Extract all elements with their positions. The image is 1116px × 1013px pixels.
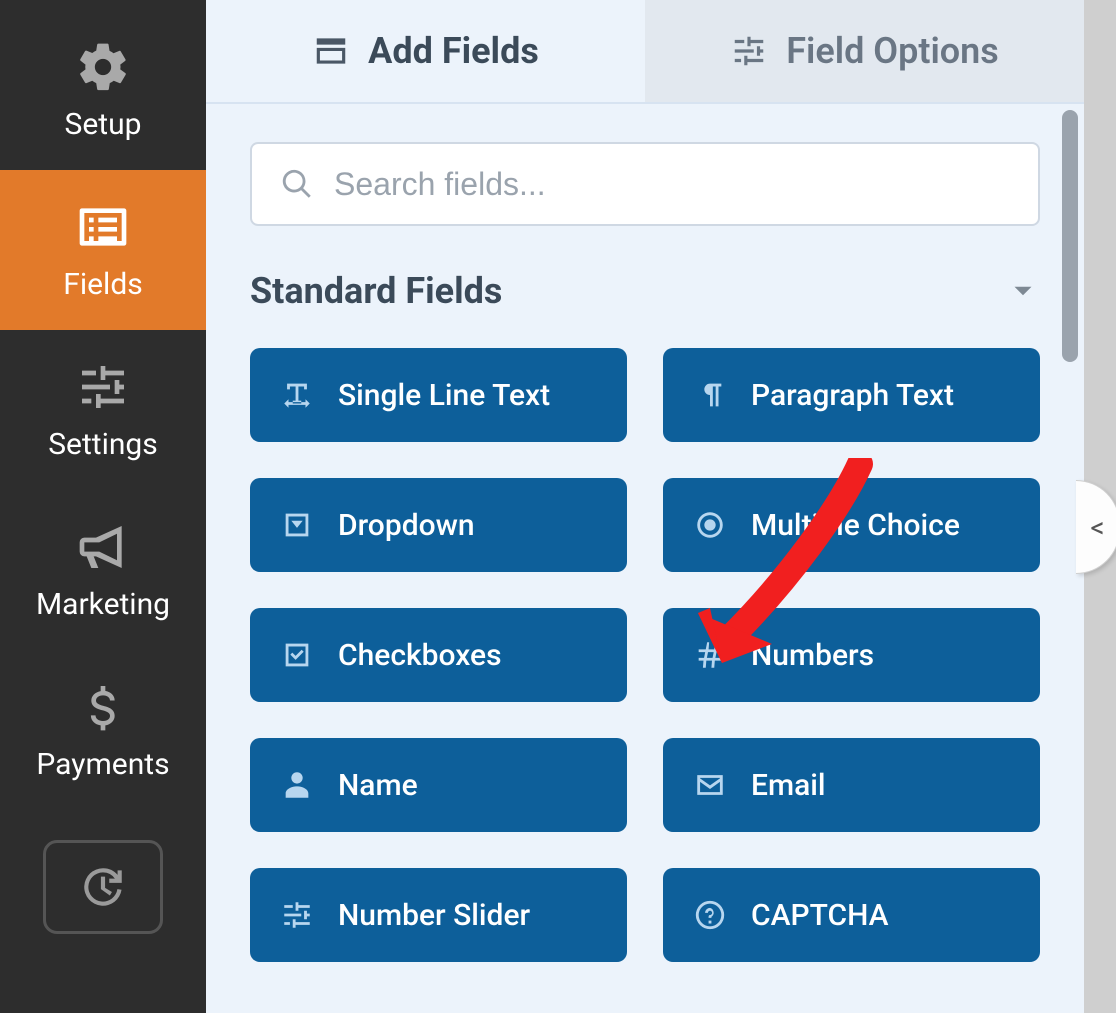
field-label: Multiple Choice — [751, 508, 960, 543]
sliders-icon — [280, 898, 314, 932]
field-dropdown[interactable]: Dropdown — [250, 478, 627, 572]
sidebar-history-button[interactable] — [43, 840, 163, 934]
field-label: Checkboxes — [338, 638, 502, 673]
sidebar-item-label: Fields — [63, 267, 142, 302]
search-icon — [280, 167, 314, 201]
field-label: Number Slider — [338, 898, 530, 933]
sidebar-item-marketing[interactable]: Marketing — [0, 490, 206, 650]
sidebar-item-payments[interactable]: Payments — [0, 650, 206, 810]
collapse-glyph: < — [1090, 511, 1104, 544]
tab-label: Add Fields — [368, 30, 539, 72]
text-width-icon — [280, 378, 314, 412]
field-label: CAPTCHA — [751, 898, 889, 933]
collapse-panel-button[interactable]: < — [1076, 480, 1116, 574]
field-single-line-text[interactable]: Single Line Text — [250, 348, 627, 442]
field-name[interactable]: Name — [250, 738, 627, 832]
field-label: Email — [751, 768, 826, 803]
panel: Add Fields Field Options Standard Fields… — [206, 0, 1116, 1013]
tabs: Add Fields Field Options — [206, 0, 1084, 104]
field-email[interactable]: Email — [663, 738, 1040, 832]
sidebar-item-label: Settings — [48, 427, 158, 462]
tab-add-fields[interactable]: Add Fields — [206, 0, 645, 102]
sidebar-item-label: Payments — [36, 747, 169, 782]
field-label: Single Line Text — [338, 378, 550, 413]
form-icon — [312, 32, 350, 70]
user-icon — [280, 768, 314, 802]
field-label: Numbers — [751, 638, 874, 673]
sidebar-item-label: Setup — [65, 107, 142, 142]
field-numbers[interactable]: Numbers — [663, 608, 1040, 702]
section-standard-fields[interactable]: Standard Fields — [250, 270, 1040, 312]
field-number-slider[interactable]: Number Slider — [250, 868, 627, 962]
tab-field-options[interactable]: Field Options — [645, 0, 1084, 102]
chevron-down-icon — [1006, 274, 1040, 308]
panel-body: Standard Fields Single Line Text Paragra… — [206, 104, 1084, 1013]
sidebar-item-fields[interactable]: Fields — [0, 170, 206, 330]
section-title: Standard Fields — [250, 270, 502, 312]
search-input[interactable] — [334, 166, 1010, 203]
scrollbar-thumb[interactable] — [1062, 110, 1078, 362]
bullhorn-icon — [75, 519, 131, 575]
sidebar-item-settings[interactable]: Settings — [0, 330, 206, 490]
check-square-icon — [280, 638, 314, 672]
envelope-icon — [693, 768, 727, 802]
field-checkboxes[interactable]: Checkboxes — [250, 608, 627, 702]
dollar-icon — [75, 679, 131, 735]
field-label: Name — [338, 768, 418, 803]
field-label: Dropdown — [338, 508, 475, 543]
gear-icon — [75, 39, 131, 95]
field-paragraph-text[interactable]: Paragraph Text — [663, 348, 1040, 442]
search-bar[interactable] — [250, 142, 1040, 226]
tab-label: Field Options — [786, 30, 999, 72]
radio-icon — [693, 508, 727, 542]
sidebar-item-setup[interactable]: Setup — [0, 10, 206, 170]
history-icon — [78, 862, 128, 912]
sidebar-item-label: Marketing — [36, 587, 170, 622]
field-captcha[interactable]: CAPTCHA — [663, 868, 1040, 962]
field-multiple-choice[interactable]: Multiple Choice — [663, 478, 1040, 572]
caret-square-down-icon — [280, 508, 314, 542]
field-label: Paragraph Text — [751, 378, 954, 413]
question-circle-icon — [693, 898, 727, 932]
hashtag-icon — [693, 638, 727, 672]
sliders-icon — [75, 359, 131, 415]
sliders-icon — [730, 32, 768, 70]
paragraph-icon — [693, 378, 727, 412]
list-icon — [75, 199, 131, 255]
sidebar: Setup Fields Settings Marketing Payments — [0, 0, 206, 1013]
fields-grid: Single Line Text Paragraph Text Dropdown… — [250, 348, 1040, 962]
